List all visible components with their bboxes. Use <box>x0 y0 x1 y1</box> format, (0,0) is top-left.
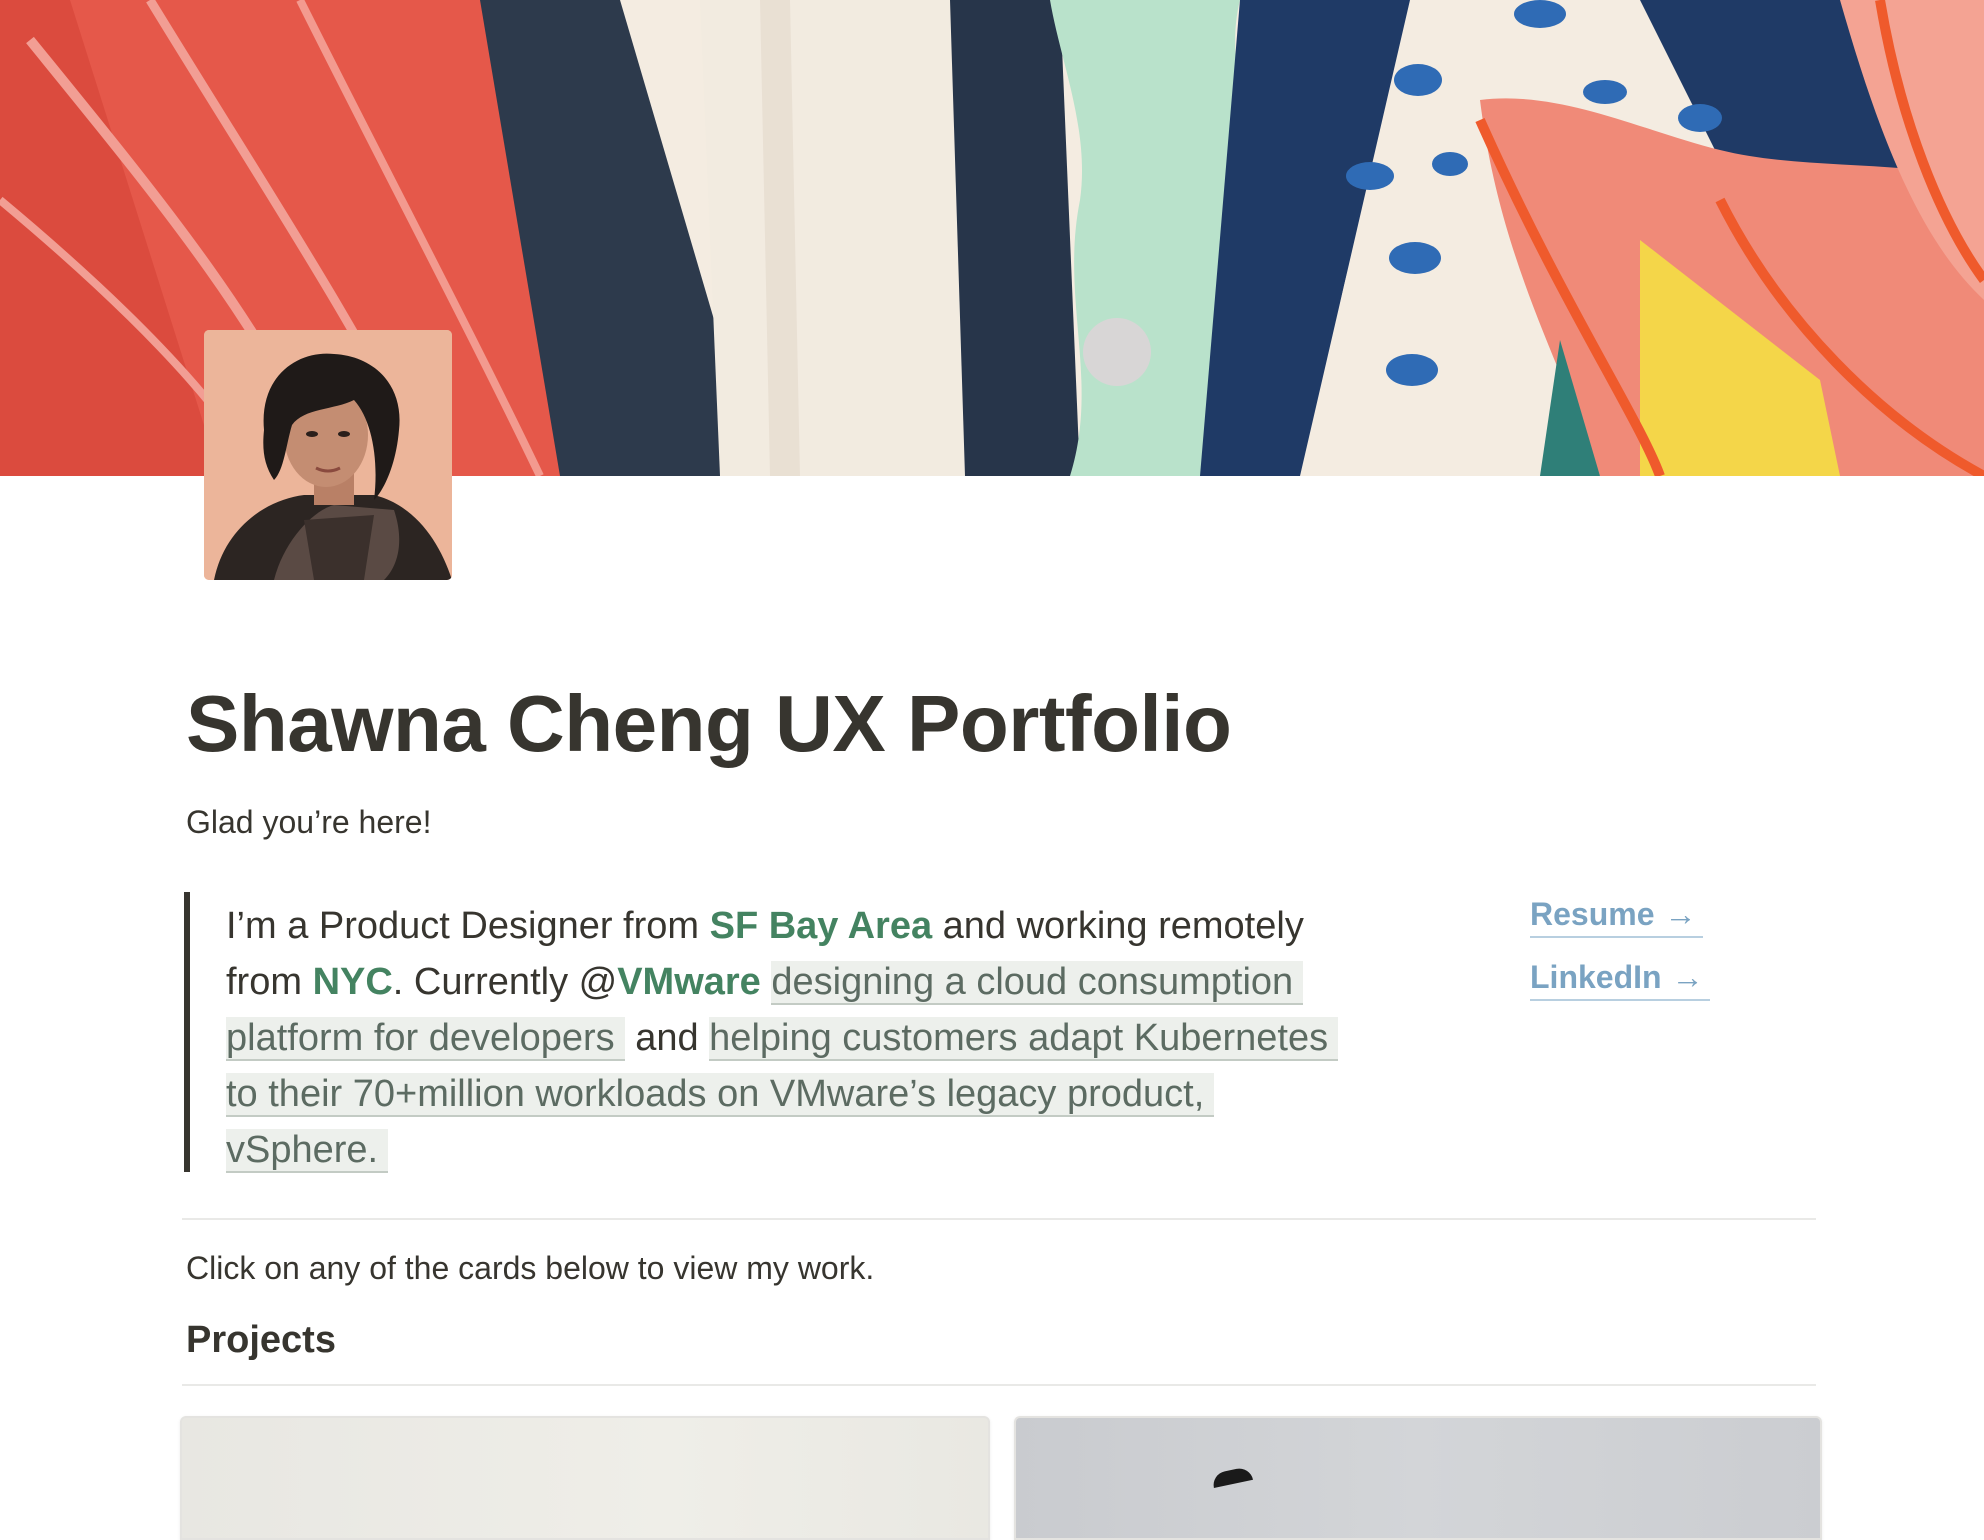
intro-line-3: platform for developers and helping cust… <box>226 1010 1339 1066</box>
divider <box>182 1384 1816 1386</box>
intro-text: and working remotely <box>932 905 1304 947</box>
page-title: Shawna Cheng UX Portfolio <box>186 679 1232 768</box>
resume-link-label: Resume <box>1530 896 1655 932</box>
page-subtitle: Glad you’re here! <box>186 804 432 840</box>
card-thumbnail-shape <box>1210 1465 1254 1489</box>
project-card[interactable] <box>180 1416 990 1540</box>
highlight-kubernetes[interactable]: helping customers adapt Kubernetes <box>709 1017 1339 1061</box>
intro-text: . Currently @ <box>392 961 618 1003</box>
company-vmware-link[interactable]: VMware <box>617 961 761 1003</box>
location-sf-link[interactable]: SF Bay Area <box>710 905 932 947</box>
intro-quote: I’m a Product Designer from SF Bay Area … <box>184 892 1394 1173</box>
arrow-right-icon: → <box>1671 959 1704 995</box>
resume-link[interactable]: Resume → <box>1530 892 1703 938</box>
intro-line-5: vSphere. <box>226 1122 389 1178</box>
location-nyc-link[interactable]: NYC <box>313 961 393 1003</box>
intro-text: I’m a Product Designer from <box>226 905 710 947</box>
intro-text: and <box>624 1017 710 1059</box>
intro-line-4: to their 70+million workloads on VMware’… <box>226 1066 1215 1122</box>
linkedin-link-label: LinkedIn <box>1530 959 1662 995</box>
intro-line-2: from NYC. Currently @VMware designing a … <box>226 954 1304 1010</box>
highlight-developers[interactable]: platform for developers <box>226 1017 625 1061</box>
intro-text <box>761 961 772 1003</box>
projects-heading: Projects <box>186 1319 336 1361</box>
intro-line-1: I’m a Product Designer from SF Bay Area … <box>226 898 1304 954</box>
highlight-vsphere[interactable]: vSphere. <box>226 1129 389 1173</box>
highlight-cloud-platform[interactable]: designing a cloud consumption <box>771 961 1304 1005</box>
instruction-text: Click on any of the cards below to view … <box>186 1250 875 1286</box>
project-card[interactable] <box>1014 1416 1822 1540</box>
arrow-right-icon: → <box>1664 896 1697 932</box>
highlight-workloads[interactable]: to their 70+million workloads on VMware’… <box>226 1073 1215 1117</box>
divider <box>182 1218 1816 1220</box>
profile-avatar <box>204 330 452 580</box>
linkedin-link[interactable]: LinkedIn → <box>1530 955 1710 1001</box>
intro-text: from <box>226 961 313 1003</box>
